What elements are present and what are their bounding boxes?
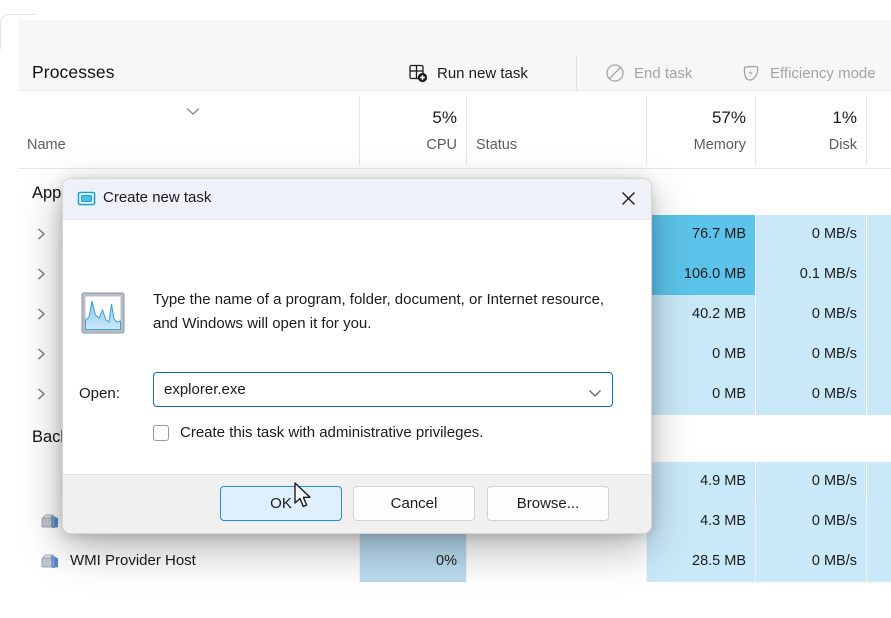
- cell-value-memory: 4.9 MB: [700, 473, 746, 489]
- column-header-memory[interactable]: 57% Memory: [647, 91, 755, 167]
- cell-memory: 76.7 MB: [647, 215, 755, 255]
- cancel-button[interactable]: Cancel: [353, 486, 475, 521]
- cell-memory: 0 MB: [647, 335, 755, 375]
- cell-value-memory: 40.2 MB: [692, 306, 746, 322]
- expand-chevron-icon[interactable]: [36, 386, 47, 407]
- run-new-task-button[interactable]: Run new task: [408, 58, 528, 88]
- cell-network: [867, 215, 891, 255]
- expand-chevron-icon[interactable]: [36, 226, 47, 247]
- table-row[interactable]: WMI Provider Host 0% 28.5 MB 0 MB/s: [18, 542, 891, 582]
- column-header-disk[interactable]: 1% Disk: [756, 91, 866, 167]
- run-new-task-icon: [408, 63, 428, 83]
- cell-value-cpu: 0%: [436, 553, 457, 569]
- toolbar-separator: [576, 56, 577, 92]
- column-label-memory: Memory: [693, 137, 746, 153]
- open-input[interactable]: explorer.exe: [153, 372, 613, 407]
- ok-button[interactable]: OK: [220, 486, 342, 521]
- end-task-button[interactable]: End task: [605, 58, 692, 88]
- cell-value-disk: 0 MB/s: [811, 473, 857, 489]
- window-left-edge: [0, 0, 18, 618]
- wmi-provider-host-icon: [40, 552, 60, 577]
- cell-network: [867, 255, 891, 295]
- admin-privileges-label: Create this task with administrative pri…: [180, 424, 484, 441]
- row-name: WMI Provider Host: [70, 552, 196, 569]
- open-label: Open:: [79, 385, 120, 402]
- dialog-body: Type the name of a program, folder, docu…: [63, 220, 651, 474]
- cell-memory: 28.5 MB: [647, 542, 755, 582]
- efficiency-mode-button[interactable]: Efficiency mode: [741, 58, 876, 88]
- cell-value-memory: 0 MB: [712, 386, 746, 402]
- task-manager-window: Processes Run new task End task Efficien…: [0, 0, 891, 618]
- cell-network: [867, 502, 891, 542]
- dialog-title: Create new task: [103, 189, 212, 206]
- cell-cpu: 0%: [360, 542, 466, 582]
- column-pct-cpu: 5%: [432, 108, 457, 127]
- cell-disk: 0 MB/s: [756, 542, 866, 582]
- column-label-name: Name: [27, 137, 66, 153]
- end-task-label: End task: [634, 64, 693, 82]
- cell-memory: 40.2 MB: [647, 295, 755, 335]
- admin-privileges-checkbox[interactable]: [153, 424, 169, 441]
- cell-disk: 0 MB/s: [756, 215, 866, 255]
- column-label-status: Status: [476, 137, 518, 153]
- column-pct-disk: 1%: [832, 108, 857, 127]
- expand-chevron-icon[interactable]: [36, 346, 47, 367]
- wmi-provider-host-icon: [40, 512, 60, 537]
- open-input-value: explorer.exe: [164, 381, 246, 398]
- processes-toolbar: Processes Run new task End task Efficien…: [18, 20, 891, 92]
- cell-value-disk: 0 MB/s: [811, 386, 857, 402]
- cell-network: [867, 542, 891, 582]
- cell-disk: 0 MB/s: [756, 295, 866, 335]
- cell-value-disk: 0 MB/s: [811, 513, 857, 529]
- cell-value-disk: 0 MB/s: [811, 226, 857, 242]
- column-pct-memory: 57%: [711, 108, 746, 127]
- column-label-disk: Disk: [828, 137, 857, 153]
- cell-network: [867, 295, 891, 335]
- column-header-name[interactable]: Name: [18, 91, 359, 167]
- dialog-footer: OK Cancel Browse...: [63, 474, 651, 533]
- task-manager-graph-icon: [81, 292, 125, 339]
- page-title: Processes: [32, 62, 115, 82]
- cell-value-disk: 0 MB/s: [811, 346, 857, 362]
- cell-disk: 0.1 MB/s: [756, 255, 866, 295]
- column-header-row: Name 5% CPU Status 57% Memory 1% Disk: [18, 90, 891, 169]
- cell-value-disk: 0 MB/s: [811, 553, 857, 569]
- cell-network: [867, 462, 891, 502]
- cell-disk: 0 MB/s: [756, 375, 866, 415]
- cell-memory: 0 MB: [647, 375, 755, 415]
- admin-privileges-checkbox-row[interactable]: Create this task with administrative pri…: [153, 424, 483, 441]
- cell-value-memory: 106.0 MB: [683, 266, 746, 282]
- cell-memory: 4.9 MB: [647, 462, 755, 502]
- task-manager-window-icon: [77, 189, 96, 213]
- create-new-task-dialog: Create new task Type the name of a progr…: [62, 178, 652, 534]
- close-icon[interactable]: [605, 179, 651, 218]
- expand-chevron-icon[interactable]: [36, 266, 47, 287]
- cell-value-disk: 0 MB/s: [811, 306, 857, 322]
- cell-disk: 0 MB/s: [756, 335, 866, 375]
- cell-disk: 0 MB/s: [756, 462, 866, 502]
- cell-value-memory: 4.3 MB: [700, 513, 746, 529]
- column-header-cpu[interactable]: 5% CPU: [360, 91, 466, 167]
- column-label-cpu: CPU: [426, 137, 457, 153]
- browse-button[interactable]: Browse...: [487, 486, 609, 521]
- efficiency-mode-label: Efficiency mode: [770, 64, 876, 82]
- cell-value-memory: 28.5 MB: [692, 553, 746, 569]
- column-divider: [866, 95, 867, 165]
- run-new-task-label: Run new task: [437, 64, 528, 82]
- chevron-down-icon[interactable]: [588, 385, 602, 403]
- cell-network: [867, 375, 891, 415]
- cell-network: [867, 335, 891, 375]
- dialog-description: Type the name of a program, folder, docu…: [153, 291, 605, 332]
- cell-value-memory: 0 MB: [712, 346, 746, 362]
- dialog-title-bar: Create new task: [63, 179, 651, 220]
- cell-memory: 4.3 MB: [647, 502, 755, 542]
- end-task-icon: [605, 63, 625, 83]
- cell-disk: 0 MB/s: [756, 502, 866, 542]
- cell-value-disk: 0.1 MB/s: [799, 266, 857, 282]
- cell-value-memory: 76.7 MB: [692, 226, 746, 242]
- expand-chevron-icon[interactable]: [36, 306, 47, 327]
- cell-memory: 106.0 MB: [647, 255, 755, 295]
- column-header-status[interactable]: Status: [467, 91, 646, 167]
- efficiency-mode-icon: [741, 63, 761, 83]
